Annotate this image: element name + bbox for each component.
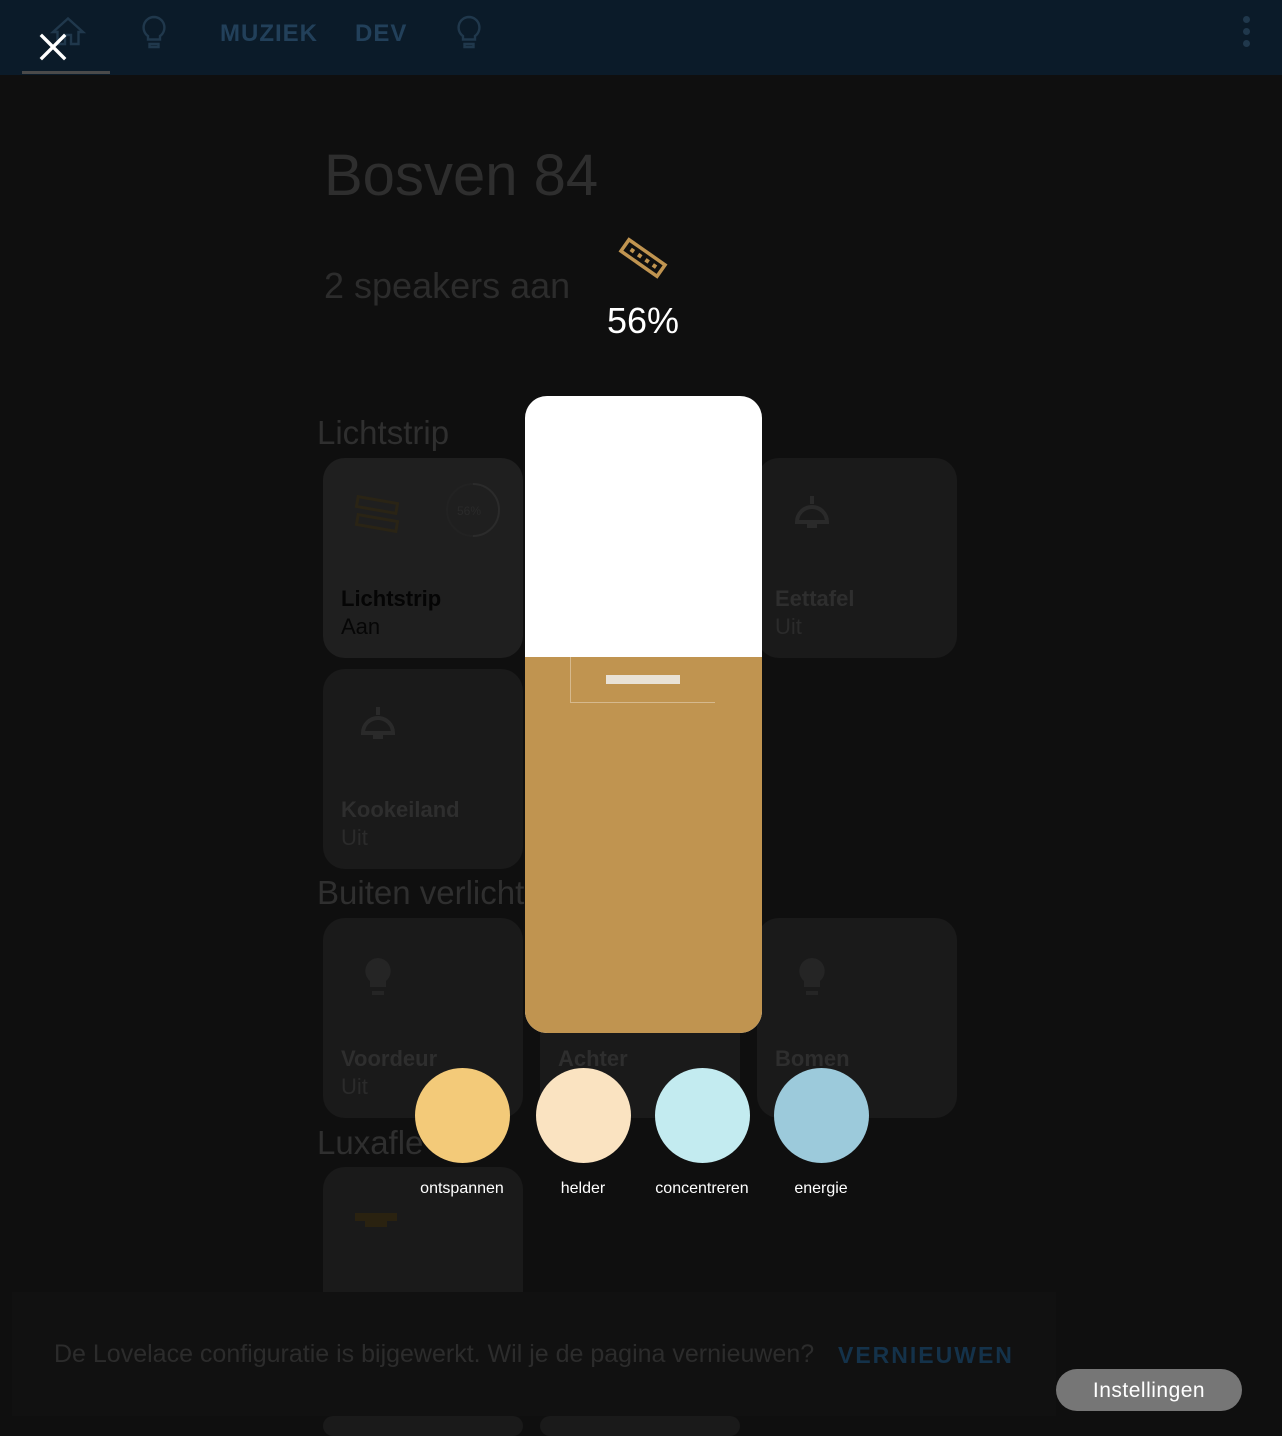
preset-color-swatch[interactable]	[414, 1068, 510, 1163]
preset-color-swatch[interactable]	[654, 1068, 750, 1163]
close-icon	[39, 33, 67, 61]
slider-handle-area	[570, 657, 715, 703]
preset-list: ontspannen helder concentreren energie	[0, 1068, 1282, 1208]
preset-color-swatch[interactable]	[535, 1068, 631, 1163]
slider-handle[interactable]	[606, 675, 680, 684]
slider-fill	[525, 657, 762, 1033]
close-button[interactable]	[32, 26, 74, 68]
preset-concentreren[interactable]: concentreren	[641, 1068, 763, 1198]
preset-energie[interactable]: energie	[761, 1068, 881, 1198]
brightness-slider[interactable]	[525, 396, 762, 1033]
preset-label: concentreren	[655, 1180, 749, 1197]
preset-label: energie	[794, 1180, 848, 1197]
brightness-readout: 56%	[0, 300, 1282, 342]
preset-label: helder	[560, 1180, 606, 1197]
preset-label: ontspannen	[420, 1180, 504, 1197]
brightness-value: 56%	[606, 300, 680, 341]
preset-helder[interactable]: helder	[523, 1068, 643, 1198]
preset-ontspannen[interactable]: ontspannen	[402, 1068, 522, 1198]
led-strip-icon	[618, 237, 668, 279]
settings-button[interactable]: Instellingen	[1056, 1369, 1242, 1411]
preset-color-swatch[interactable]	[773, 1068, 869, 1163]
